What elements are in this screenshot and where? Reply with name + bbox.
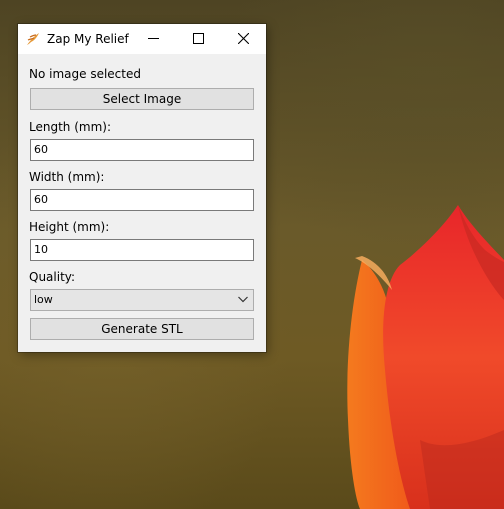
width-label: Width (mm): — [29, 170, 105, 184]
generate-stl-button[interactable]: Generate STL — [30, 318, 254, 340]
maximize-icon — [193, 33, 204, 44]
maximize-button[interactable] — [176, 24, 221, 54]
width-input[interactable]: 60 — [30, 189, 254, 211]
close-icon — [238, 33, 249, 44]
length-input-value: 60 — [34, 143, 48, 156]
height-input-value: 10 — [34, 243, 48, 256]
form-area: No image selected Select Image Length (m… — [18, 54, 266, 352]
feather-icon — [27, 33, 39, 45]
title-bar[interactable]: Zap My Relief — [18, 24, 266, 54]
minimize-button[interactable] — [131, 24, 176, 54]
image-status-text: No image selected — [29, 67, 141, 81]
quality-select[interactable]: low — [30, 289, 254, 311]
app-window: Zap My Relief No image selected Select I… — [18, 24, 266, 352]
height-input[interactable]: 10 — [30, 239, 254, 261]
quality-select-value: low — [34, 293, 53, 306]
minimize-icon — [148, 38, 159, 39]
quality-label: Quality: — [29, 270, 76, 284]
length-input[interactable]: 60 — [30, 139, 254, 161]
width-input-value: 60 — [34, 193, 48, 206]
chevron-down-icon — [238, 296, 248, 303]
window-title: Zap My Relief — [47, 32, 129, 46]
height-label: Height (mm): — [29, 220, 110, 234]
close-button[interactable] — [221, 24, 266, 54]
select-image-button[interactable]: Select Image — [30, 88, 254, 110]
length-label: Length (mm): — [29, 120, 111, 134]
